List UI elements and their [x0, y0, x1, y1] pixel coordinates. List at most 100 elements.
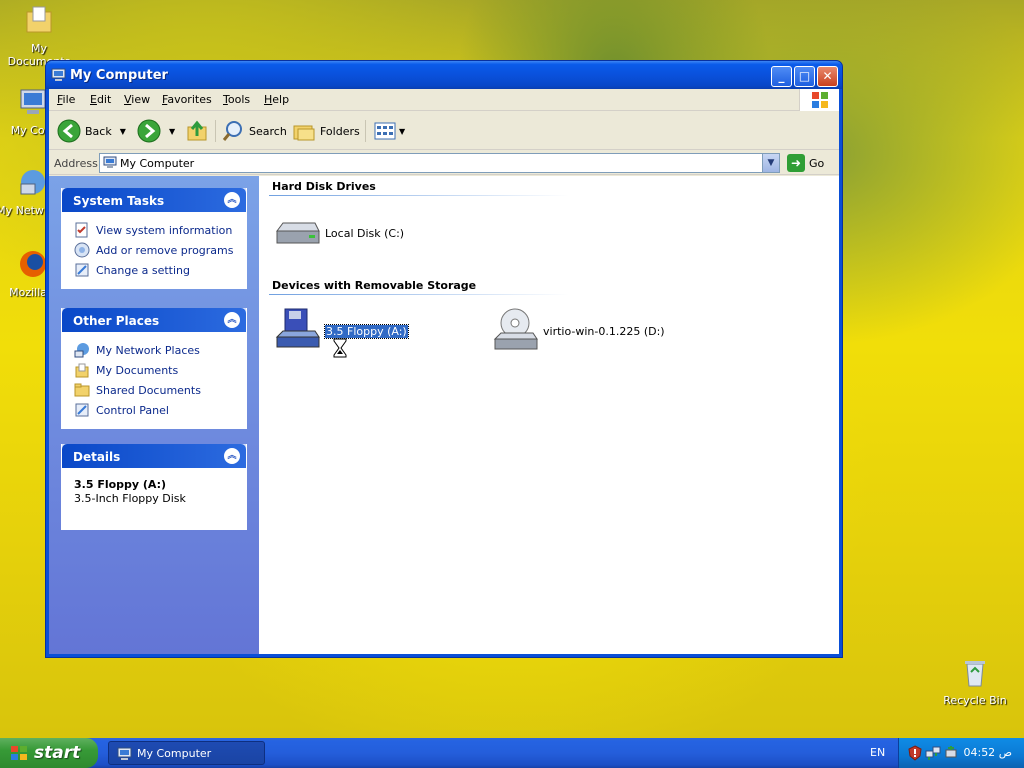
- start-label: start: [34, 743, 81, 763]
- drive-cd-d[interactable]: virtio-win-0.1.225 (D:): [491, 307, 665, 355]
- task-label: View system information: [96, 223, 233, 237]
- system-tasks-body: View system information Add or remove pr…: [62, 212, 246, 288]
- other-places-body: My Network Places My Documents Shared Do…: [62, 332, 246, 428]
- window-body: File Edit View Favorites Tools Help Back…: [49, 89, 839, 654]
- details-description: 3.5-Inch Floppy Disk: [74, 492, 186, 505]
- back-button[interactable]: Back ▼: [57, 119, 126, 143]
- hard-drive-icon: [276, 222, 320, 244]
- forward-arrow-icon: [137, 119, 161, 143]
- details-name: 3.5 Floppy (A:): [74, 478, 167, 491]
- drive-label: Local Disk (C:): [325, 226, 405, 240]
- desktop-icon-label: Recycle Bin: [943, 694, 1007, 707]
- menu-help[interactable]: Help: [264, 93, 289, 106]
- folder-up-icon: [187, 120, 207, 141]
- taskbar-item-my-computer[interactable]: My Computer: [108, 741, 265, 765]
- details-body: 3.5 Floppy (A:) 3.5-Inch Floppy Disk: [62, 468, 246, 529]
- views-icon: [374, 122, 396, 140]
- place-my-documents[interactable]: My Documents: [74, 360, 238, 380]
- search-button[interactable]: Search: [221, 119, 287, 143]
- folders-label: Folders: [320, 124, 360, 138]
- menu-edit[interactable]: Edit: [90, 93, 111, 106]
- folders-icon: [293, 125, 315, 141]
- security-alert-icon[interactable]: [907, 745, 923, 761]
- back-arrow-icon: [57, 119, 81, 143]
- panel-title: Details: [73, 450, 121, 464]
- folder-documents-icon: [75, 363, 89, 378]
- folder-documents-icon: [26, 6, 52, 33]
- add-remove-programs-icon: [74, 242, 90, 258]
- search-icon: [222, 121, 242, 141]
- views-button[interactable]: ▼: [373, 119, 405, 143]
- menu-bar: File Edit View Favorites Tools Help: [49, 89, 839, 111]
- place-label: My Documents: [96, 363, 179, 377]
- collapse-icon[interactable]: ︽: [224, 192, 240, 208]
- safely-remove-hardware-icon[interactable]: [943, 745, 959, 761]
- task-change-setting[interactable]: Change a setting: [74, 260, 238, 280]
- task-label: Add or remove programs: [96, 243, 234, 257]
- menu-file[interactable]: File: [57, 93, 75, 106]
- desktop-icon-my-documents[interactable]: My Documents: [0, 4, 78, 68]
- chevron-down-icon[interactable]: ▼: [399, 127, 405, 136]
- network-connection-icon[interactable]: [925, 745, 941, 761]
- place-label: Shared Documents: [96, 383, 201, 397]
- explorer-content: System Tasks ︽ View system information A…: [49, 176, 839, 654]
- panel-title: System Tasks: [73, 194, 165, 208]
- recycle-bin-icon: [965, 661, 985, 687]
- group-title-removable: Devices with Removable Storage: [272, 279, 477, 292]
- window-title: My Computer: [70, 68, 168, 83]
- place-label: Control Panel: [96, 403, 169, 417]
- chevron-down-icon[interactable]: ▼: [120, 127, 126, 136]
- details-header[interactable]: Details ︽: [62, 444, 246, 468]
- chevron-down-icon[interactable]: ▼: [762, 154, 779, 172]
- drive-local-disk-c[interactable]: Local Disk (C:): [273, 209, 404, 257]
- maximize-button[interactable]: □: [794, 66, 815, 87]
- floppy-drive-icon: [275, 308, 320, 348]
- taskbar-item-label: My Computer: [137, 747, 212, 760]
- desktop-icon-recycle-bin[interactable]: Recycle Bin: [936, 656, 1014, 707]
- go-arrow-icon: ➜: [787, 154, 805, 172]
- start-button[interactable]: start: [0, 738, 98, 768]
- close-button[interactable]: ✕: [817, 66, 838, 87]
- menu-favorites[interactable]: Favorites: [162, 93, 212, 106]
- group-divider: [269, 294, 569, 295]
- chevron-down-icon[interactable]: ▼: [169, 127, 175, 136]
- windows-flag-icon: [11, 746, 27, 760]
- clock: 04:52 ص: [963, 746, 1012, 759]
- language-indicator[interactable]: EN: [870, 746, 885, 759]
- system-tasks-header[interactable]: System Tasks ︽: [62, 188, 246, 212]
- drive-label: virtio-win-0.1.225 (D:): [543, 324, 665, 338]
- other-places-panel: Other Places ︽ My Network Places My Docu…: [61, 308, 247, 429]
- my-computer-window: My Computer _ □ ✕ File Edit View Favorit…: [45, 60, 843, 658]
- group-title-hard-disk: Hard Disk Drives: [272, 180, 376, 193]
- minimize-button[interactable]: _: [771, 66, 792, 87]
- place-control-panel[interactable]: Control Panel: [74, 400, 238, 420]
- windows-logo: [799, 89, 839, 111]
- menu-view[interactable]: View: [124, 93, 150, 106]
- drive-list: Hard Disk Drives Local Disk (C:) Devices…: [259, 176, 839, 654]
- place-my-network-places[interactable]: My Network Places: [74, 340, 238, 360]
- system-tray: 04:52 ص: [898, 738, 1024, 768]
- control-panel-icon: [75, 403, 89, 417]
- toolbar-separator: [365, 120, 366, 142]
- address-field[interactable]: My Computer ▼: [99, 153, 780, 173]
- search-label: Search: [249, 124, 287, 138]
- collapse-icon[interactable]: ︽: [224, 312, 240, 328]
- collapse-icon[interactable]: ︽: [224, 448, 240, 464]
- control-panel-icon: [75, 263, 89, 277]
- drive-label: 3.5 Floppy (A:): [324, 323, 409, 339]
- menu-tools[interactable]: Tools: [223, 93, 250, 106]
- task-add-remove-programs[interactable]: Add or remove programs: [74, 240, 238, 260]
- go-button[interactable]: ➜ Go: [787, 153, 824, 173]
- task-view-system-information[interactable]: View system information: [74, 220, 238, 240]
- place-shared-documents[interactable]: Shared Documents: [74, 380, 238, 400]
- hourglass-cursor-icon: [333, 338, 347, 358]
- panel-title: Other Places: [73, 314, 160, 328]
- folders-button[interactable]: Folders: [292, 119, 360, 143]
- title-bar[interactable]: My Computer _ □ ✕: [46, 61, 842, 89]
- other-places-header[interactable]: Other Places ︽: [62, 308, 246, 332]
- network-icon: [74, 343, 89, 358]
- toolbar-separator: [215, 120, 216, 142]
- forward-button[interactable]: ▼: [137, 119, 175, 143]
- up-button[interactable]: [185, 119, 209, 143]
- standard-toolbar: Back ▼ ▼ Search Folders ▼: [49, 112, 839, 150]
